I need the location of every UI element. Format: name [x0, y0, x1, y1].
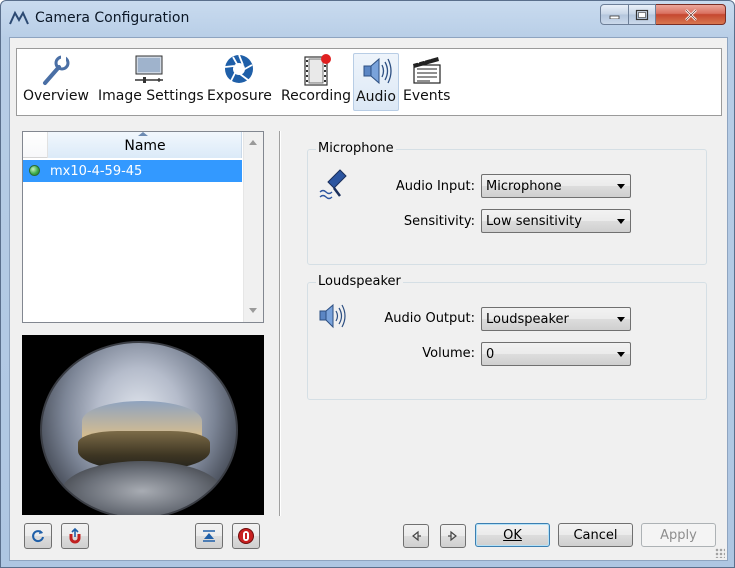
loudspeaker-group-title: Loudspeaker: [316, 274, 403, 289]
camera-configuration-window: Camera Configuration Overview Image Sett…: [0, 0, 735, 568]
camera-name: mx10-4-59-45: [50, 164, 143, 179]
category-toolbar: Overview Image Settings Exposure Recordi…: [16, 48, 722, 116]
scroll-up-arrow-icon[interactable]: [249, 140, 257, 145]
toolbar-item-recording[interactable]: Recording: [280, 53, 352, 111]
camera-list[interactable]: Name mx10-4-59-45: [22, 131, 264, 323]
previous-button[interactable]: [403, 524, 429, 548]
cancel-button-label: Cancel: [573, 527, 618, 543]
dropdown-arrow-icon: [617, 184, 625, 189]
ok-button-label: OK: [503, 527, 522, 543]
maximize-button[interactable]: [629, 4, 656, 25]
pane-separator: [279, 131, 281, 516]
film-record-icon: [304, 54, 331, 86]
toolbar-label: Audio: [356, 89, 396, 105]
next-button[interactable]: [440, 524, 466, 548]
resize-grip[interactable]: [715, 548, 725, 558]
loudspeaker-group: Loudspeaker Audio Output: Loudspeaker Vo…: [307, 274, 707, 400]
toolbar-item-overview[interactable]: Overview: [23, 53, 89, 111]
sensitivity-label: Sensitivity:: [403, 214, 475, 229]
dropdown-arrow-icon: [617, 352, 625, 357]
arrow-right-icon: [448, 530, 457, 542]
wrench-icon: [43, 55, 70, 85]
dialog-client-area: Overview Image Settings Exposure Recordi…: [9, 37, 728, 561]
status-column-header[interactable]: [23, 132, 48, 158]
move-to-top-button[interactable]: [195, 523, 223, 549]
minimize-button[interactable]: [600, 4, 629, 25]
toolbar-item-audio[interactable]: Audio: [353, 53, 399, 111]
audio-input-value: Microphone: [486, 179, 562, 194]
audio-output-select[interactable]: Loudspeaker: [481, 307, 631, 331]
reconnect-button[interactable]: [61, 523, 89, 549]
cancel-button[interactable]: Cancel: [558, 523, 633, 547]
image-settings-icon: [135, 55, 163, 83]
refresh-button[interactable]: [24, 523, 52, 549]
audio-input-label: Audio Input:: [395, 179, 475, 194]
status-online-icon: [29, 165, 40, 176]
toolbar-label: Events: [403, 88, 451, 104]
speaker-icon: [363, 57, 392, 85]
stop-sign-icon: [238, 528, 254, 544]
toolbar-label: Recording: [280, 88, 352, 104]
maximize-icon: [635, 9, 649, 20]
dropdown-arrow-icon: [617, 219, 625, 224]
camera-list-row[interactable]: mx10-4-59-45: [23, 160, 242, 182]
toolbar-label: Overview: [23, 88, 89, 104]
close-icon: [684, 8, 697, 21]
fisheye-view: [40, 341, 238, 515]
title-bar[interactable]: Camera Configuration: [1, 1, 734, 37]
sort-ascending-icon: [138, 132, 148, 136]
toolbar-item-image-settings[interactable]: Image Settings: [98, 53, 204, 111]
close-button[interactable]: [656, 4, 726, 25]
volume-select[interactable]: 0: [481, 342, 631, 366]
remove-camera-button[interactable]: [232, 523, 260, 549]
sensitivity-select[interactable]: Low sensitivity: [481, 209, 631, 233]
apply-button[interactable]: Apply: [641, 523, 716, 547]
audio-output-label: Audio Output:: [384, 311, 475, 326]
ok-button[interactable]: OK: [475, 523, 550, 547]
clapperboard-icon: [413, 55, 441, 84]
dropdown-arrow-icon: [617, 317, 625, 322]
apply-button-label: Apply: [660, 527, 697, 543]
name-column-header[interactable]: Name: [48, 132, 242, 158]
preview-ground: [62, 461, 222, 515]
arrow-left-icon: [412, 530, 421, 542]
toolbar-item-exposure[interactable]: Exposure: [207, 53, 272, 111]
eject-icon: [203, 530, 215, 542]
magnet-arrow-icon: [69, 528, 81, 544]
microphone-group-title: Microphone: [316, 141, 396, 156]
microphone-group: Microphone Audio Input: Microphone Sensi…: [307, 141, 707, 265]
audio-input-select[interactable]: Microphone: [481, 174, 631, 198]
column-header-label: Name: [124, 138, 166, 154]
toolbar-item-events[interactable]: Events: [403, 53, 451, 111]
volume-value: 0: [486, 347, 495, 362]
refresh-icon: [32, 530, 44, 543]
aperture-icon: [224, 54, 253, 83]
list-header: Name: [23, 132, 242, 158]
scroll-down-arrow-icon[interactable]: [249, 308, 257, 313]
camera-preview-image: [22, 335, 264, 515]
toolbar-label: Image Settings: [98, 88, 204, 104]
list-vertical-scrollbar[interactable]: [243, 132, 263, 322]
volume-label: Volume:: [422, 346, 475, 361]
window-title: Camera Configuration: [35, 10, 190, 26]
toolbar-label: Exposure: [207, 88, 272, 104]
minimize-icon: [609, 15, 619, 19]
sensitivity-value: Low sensitivity: [486, 214, 582, 229]
audio-output-value: Loudspeaker: [486, 312, 569, 327]
app-logo-icon: [9, 10, 29, 25]
